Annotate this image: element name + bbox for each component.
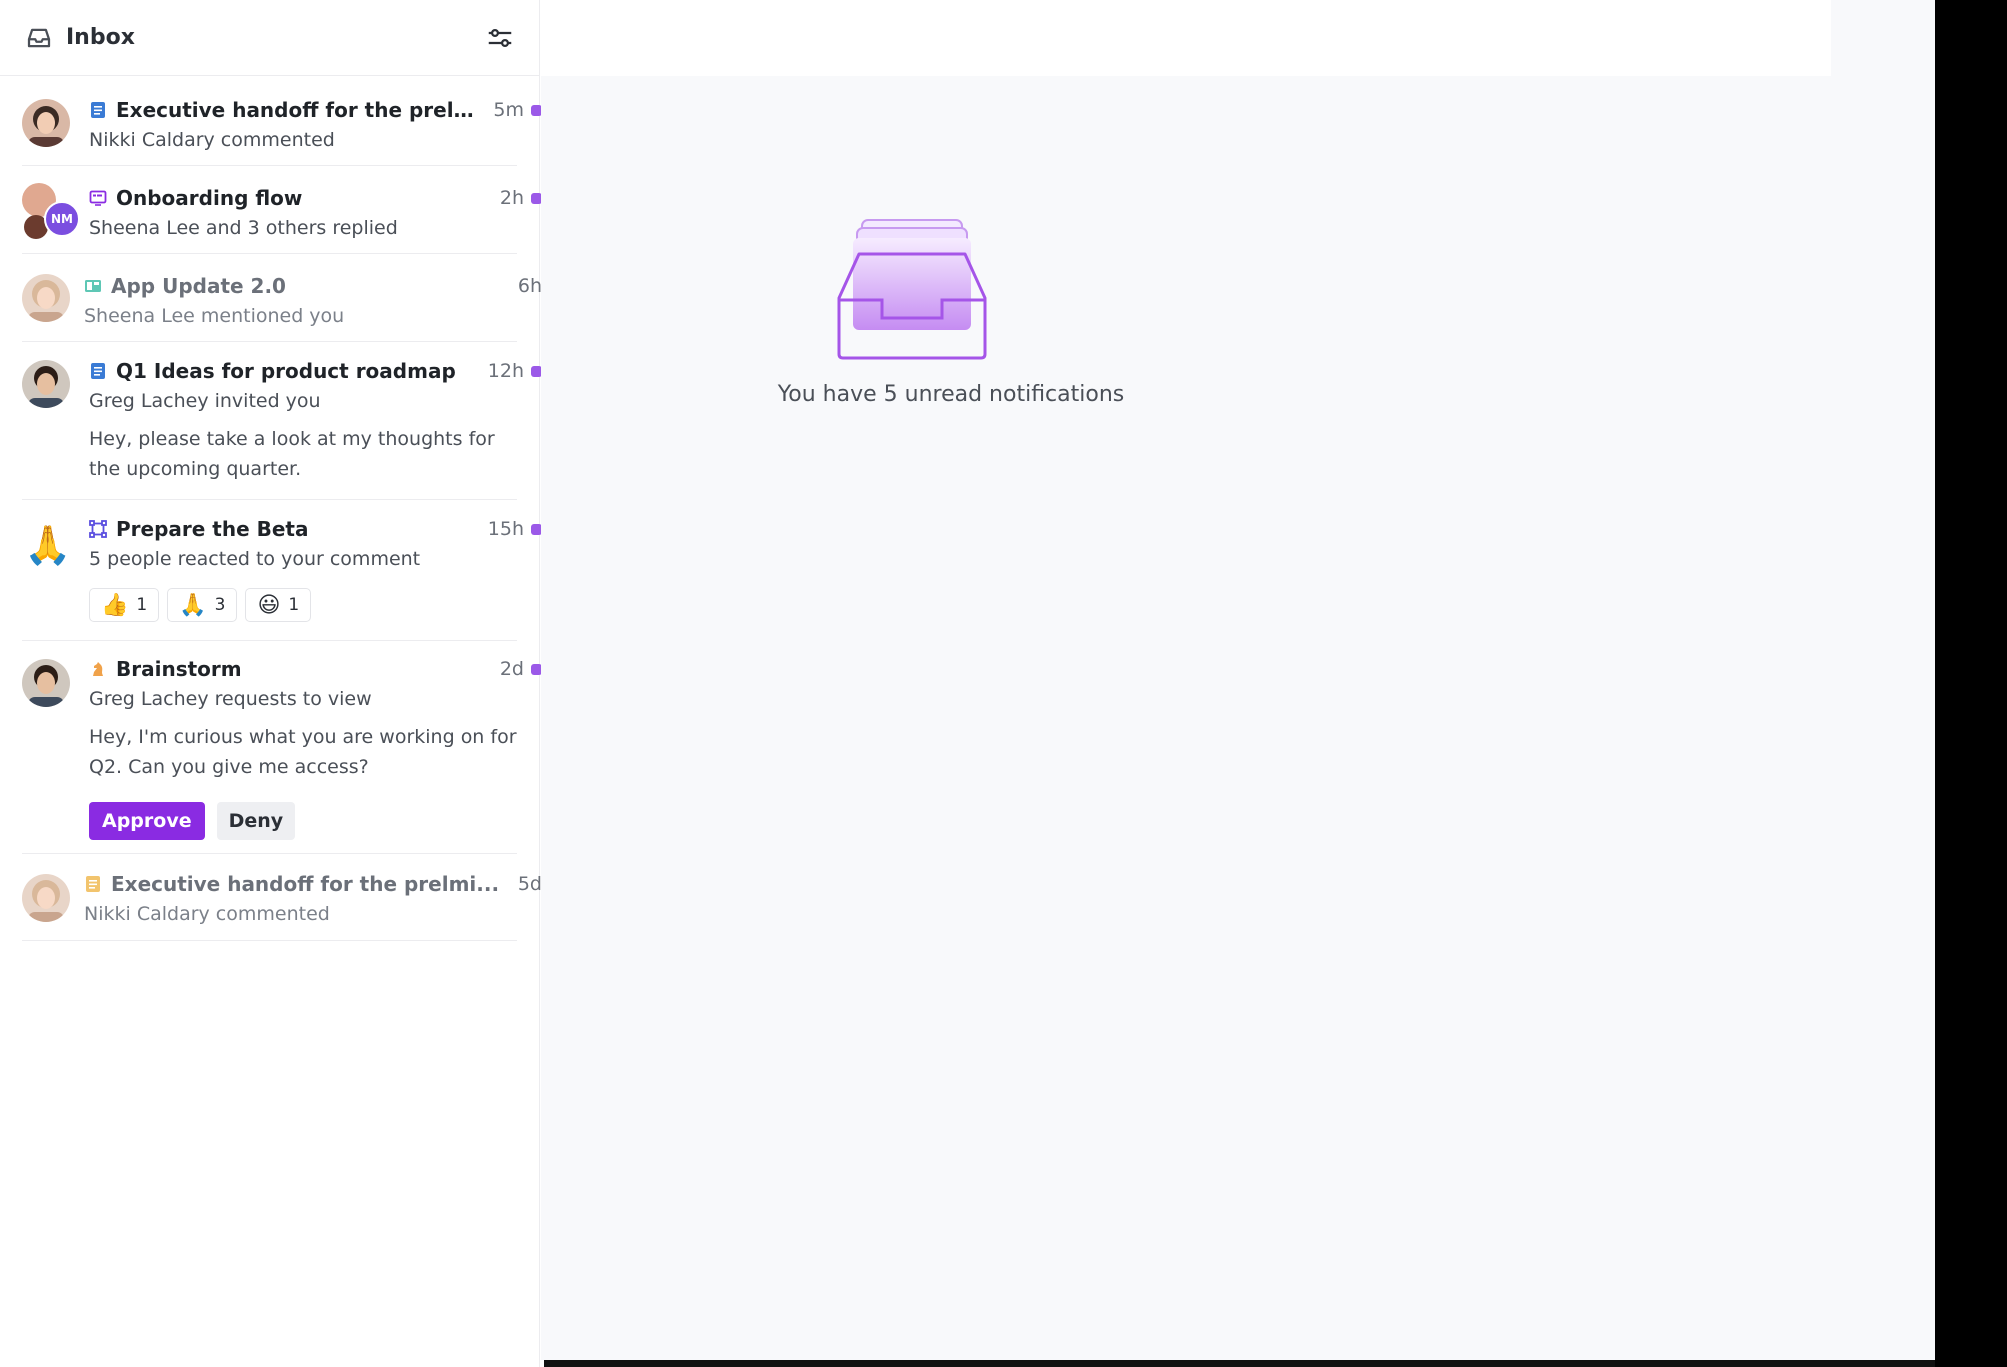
avatar bbox=[22, 360, 70, 408]
reaction-list: 👍 1 🙏 3 😃 1 bbox=[89, 588, 517, 622]
document-icon bbox=[91, 102, 105, 118]
item-subtitle: Sheena Lee mentioned you bbox=[84, 305, 345, 327]
avatar-group: NM bbox=[22, 183, 80, 239]
item-subtitle: Nikki Caldary commented bbox=[89, 129, 335, 151]
item-title: App Update 2.0 bbox=[111, 274, 286, 298]
item-message: Hey, I'm curious what you are working on… bbox=[89, 726, 517, 778]
empty-state-message: You have 5 unread notifications bbox=[777, 382, 1125, 407]
main-header bbox=[541, 0, 1831, 76]
list-item[interactable]: Executive handoff for the prelmi... 5m N… bbox=[22, 76, 542, 166]
item-time: 6h bbox=[517, 275, 542, 297]
item-subtitle: 5 people reacted to your comment bbox=[89, 548, 421, 570]
item-title: Brainstorm bbox=[116, 657, 242, 681]
sidebar-header: Inbox bbox=[0, 0, 539, 76]
item-title: Executive handoff for the prelmi... bbox=[111, 872, 500, 896]
deny-button[interactable]: Deny bbox=[216, 802, 296, 840]
approve-button[interactable]: Approve bbox=[89, 802, 205, 840]
item-time: 2h bbox=[499, 187, 524, 209]
document-icon bbox=[86, 876, 100, 892]
inbox-icon bbox=[27, 28, 51, 47]
main-panel: You have 5 unread notifications bbox=[541, 0, 1935, 1360]
avatar bbox=[22, 99, 70, 147]
reaction-count: 1 bbox=[136, 595, 148, 615]
praying-hands-icon: 🙏 bbox=[24, 523, 72, 567]
item-message: Hey, please take a look at my thoughts f… bbox=[89, 428, 495, 480]
item-subtitle: Greg Lachey invited you bbox=[89, 390, 321, 412]
window-bottom-edge bbox=[544, 1360, 1935, 1367]
inbox-sidebar: Inbox Executive handoff for the prelmi..… bbox=[0, 0, 542, 1367]
list-item[interactable]: Executive handoff for the prelmi... 5d N… bbox=[22, 854, 542, 941]
presentation-icon bbox=[89, 190, 107, 206]
app-window: Inbox Executive handoff for the prelmi..… bbox=[0, 0, 1935, 1367]
badge-text: NM bbox=[51, 212, 73, 226]
list-item[interactable]: Q1 Ideas for product roadmap 12h Greg La… bbox=[22, 342, 542, 500]
item-time: 12h bbox=[487, 360, 524, 382]
item-time: 5d bbox=[517, 873, 542, 895]
reaction-count: 1 bbox=[288, 595, 300, 615]
item-title: Q1 Ideas for product roadmap bbox=[116, 359, 456, 383]
avatar bbox=[22, 274, 70, 322]
item-title: Prepare the Beta bbox=[116, 517, 309, 541]
reaction-praying-hands[interactable]: 🙏 3 bbox=[167, 588, 238, 622]
board-icon bbox=[85, 280, 101, 292]
notification-list: Executive handoff for the prelmi... 5m N… bbox=[0, 76, 542, 941]
smiley-icon: 😃 bbox=[257, 592, 281, 618]
item-subtitle: Greg Lachey requests to view bbox=[89, 688, 372, 710]
avatar bbox=[22, 874, 70, 922]
item-time: 15h bbox=[487, 518, 524, 540]
item-title: Onboarding flow bbox=[116, 186, 303, 210]
item-time: 2d bbox=[499, 658, 524, 680]
avatar-initials-badge: NM bbox=[44, 201, 80, 237]
chess-knight-icon bbox=[93, 662, 103, 676]
praying-hands-icon: 🙏 bbox=[179, 592, 207, 618]
list-item[interactable]: 🙏 Prepare the Beta 15h 5 people reacted … bbox=[22, 500, 542, 641]
filter-settings-icon[interactable] bbox=[485, 23, 515, 53]
avatar bbox=[22, 659, 70, 707]
list-item[interactable]: Brainstorm 2d Greg Lachey requests to vi… bbox=[22, 641, 542, 854]
item-title: Executive handoff for the prelmi... bbox=[116, 98, 484, 122]
reaction-thumbs-up[interactable]: 👍 1 bbox=[89, 588, 160, 622]
item-subtitle: Sheena Lee and 3 others replied bbox=[89, 217, 398, 239]
frame-icon bbox=[89, 520, 107, 538]
item-subtitle: Nikki Caldary commented bbox=[84, 903, 330, 925]
sidebar-title: Inbox bbox=[66, 25, 135, 50]
item-time: 5m bbox=[493, 99, 524, 121]
list-item[interactable]: App Update 2.0 6h Sheena Lee mentioned y… bbox=[22, 254, 542, 342]
list-item[interactable]: NM Onboarding flow 2h Sheena Lee and 3 o… bbox=[22, 166, 542, 254]
reaction-count: 3 bbox=[214, 595, 226, 615]
request-actions: Approve Deny bbox=[89, 802, 517, 840]
avatar: 🙏 bbox=[24, 522, 72, 568]
document-icon bbox=[91, 363, 105, 379]
thumbs-up-icon: 👍 bbox=[101, 592, 129, 618]
inbox-tray-icon bbox=[837, 219, 987, 360]
reaction-smiley[interactable]: 😃 1 bbox=[245, 588, 312, 622]
